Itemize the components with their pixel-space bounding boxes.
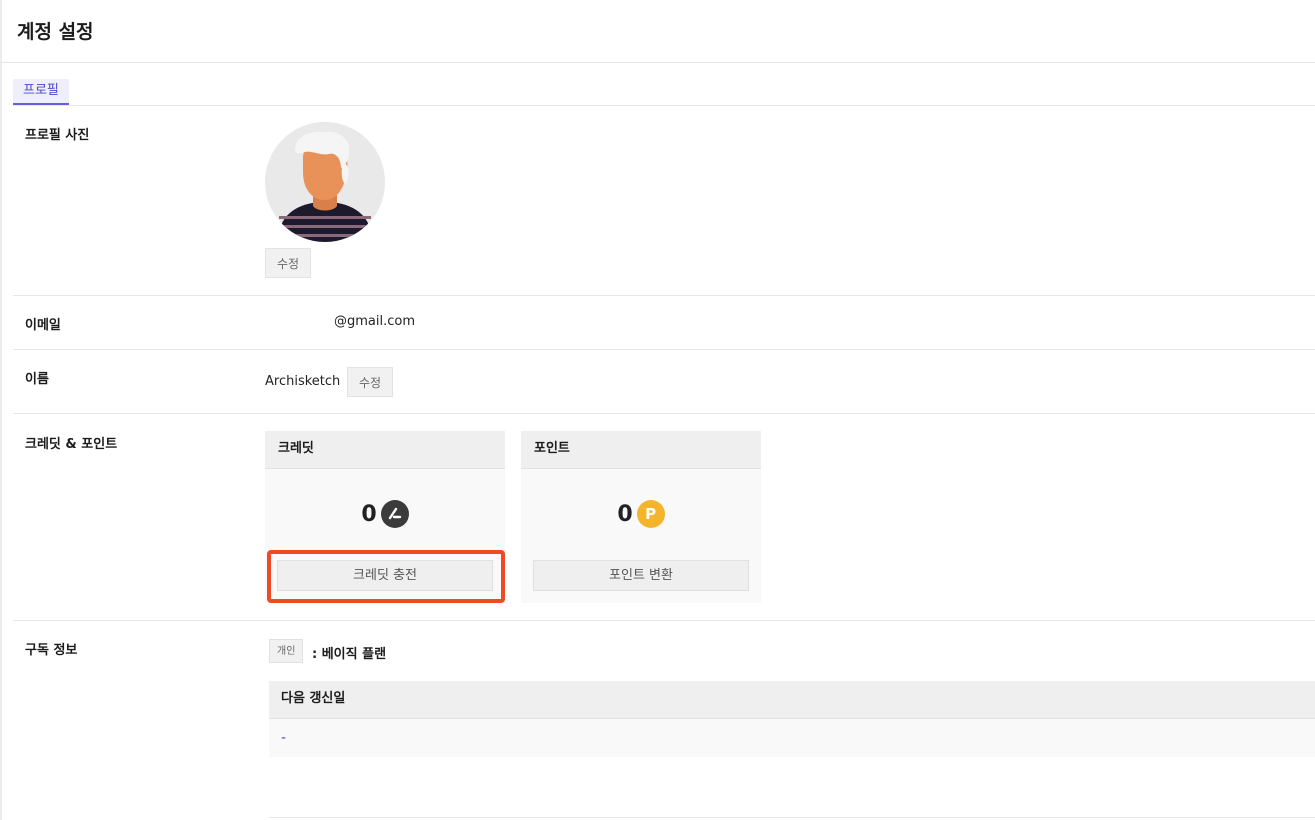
divider (13, 413, 1315, 414)
renewal-date-value: - (281, 730, 287, 746)
credit-amount-row: 0 (265, 499, 505, 529)
profile-photo-label: 프로필 사진 (25, 128, 90, 143)
plan-name: : 베이직 플랜 (312, 647, 387, 662)
charge-credit-button[interactable]: 크레딧 충전 (277, 560, 493, 591)
convert-point-button[interactable]: 포인트 변환 (533, 560, 749, 591)
email-label: 이메일 (25, 318, 61, 333)
point-amount-row: 0 P (521, 499, 761, 529)
tab-bar: 프로필 (13, 79, 1315, 106)
edit-name-button[interactable]: 수정 (347, 367, 394, 397)
credit-card-title: 크레딧 (265, 431, 505, 469)
credit-card: 크레딧 0 크레딧 충전 (265, 431, 505, 603)
name-label: 이름 (25, 372, 49, 387)
name-value: Archisketch (265, 374, 341, 389)
point-card-title: 포인트 (521, 431, 761, 469)
divider (13, 620, 1315, 621)
credit-coin-glyph (388, 507, 401, 520)
email-value: @gmail.com (334, 314, 416, 329)
avatar (265, 122, 385, 242)
point-card: 포인트 0 P 포인트 변환 (521, 431, 761, 603)
renewal-table-header: 다음 갱신일 (269, 681, 1315, 719)
credit-coin-icon (380, 500, 409, 528)
divider (269, 817, 1315, 818)
tab-profile[interactable]: 프로필 (13, 79, 69, 105)
point-amount: 0 (617, 501, 633, 527)
edit-photo-button[interactable]: 수정 (265, 248, 312, 278)
renewal-table: 다음 갱신일 - (269, 681, 1315, 757)
avatar-illustration (265, 122, 385, 242)
credit-amount: 0 (361, 501, 377, 527)
page-header: 계정 설정 (0, 0, 1315, 63)
divider (13, 295, 1315, 296)
subscription-label: 구독 정보 (25, 643, 78, 658)
point-coin-icon: P (636, 500, 665, 528)
divider (13, 349, 1315, 350)
left-border (0, 0, 2, 820)
page-title: 계정 설정 (17, 21, 94, 43)
credits-points-label: 크레딧 & 포인트 (25, 437, 118, 452)
plan-type-badge: 개인 (269, 639, 304, 663)
